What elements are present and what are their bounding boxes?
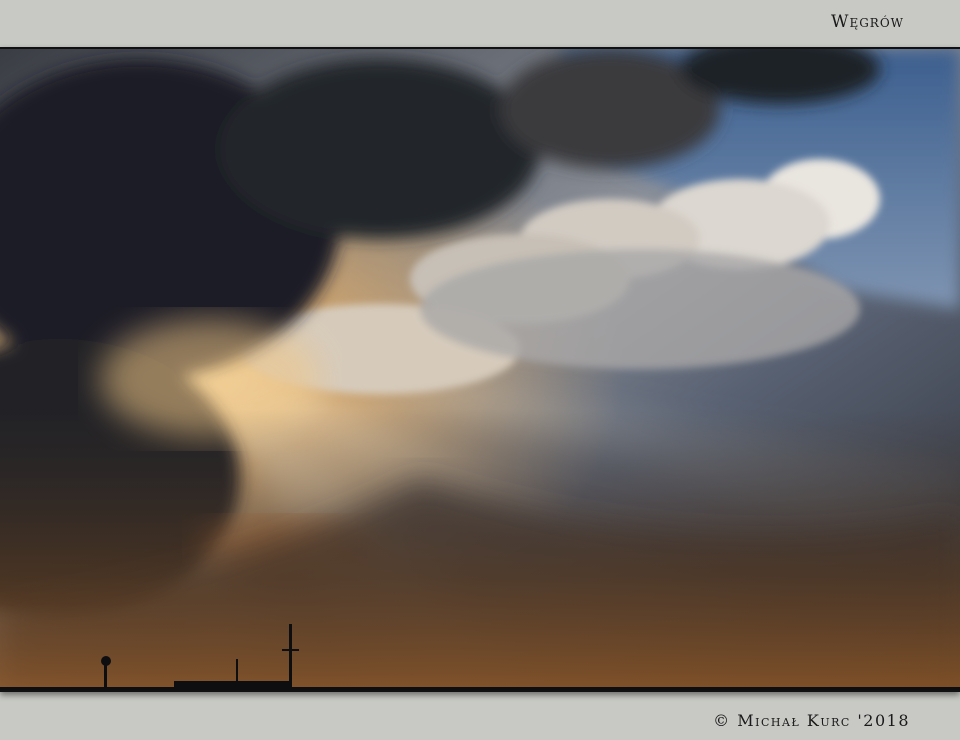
- photo-credit: © Michał Kurc '2018: [713, 711, 910, 730]
- photo-title: Węgrów: [830, 12, 904, 32]
- photo: [0, 47, 960, 692]
